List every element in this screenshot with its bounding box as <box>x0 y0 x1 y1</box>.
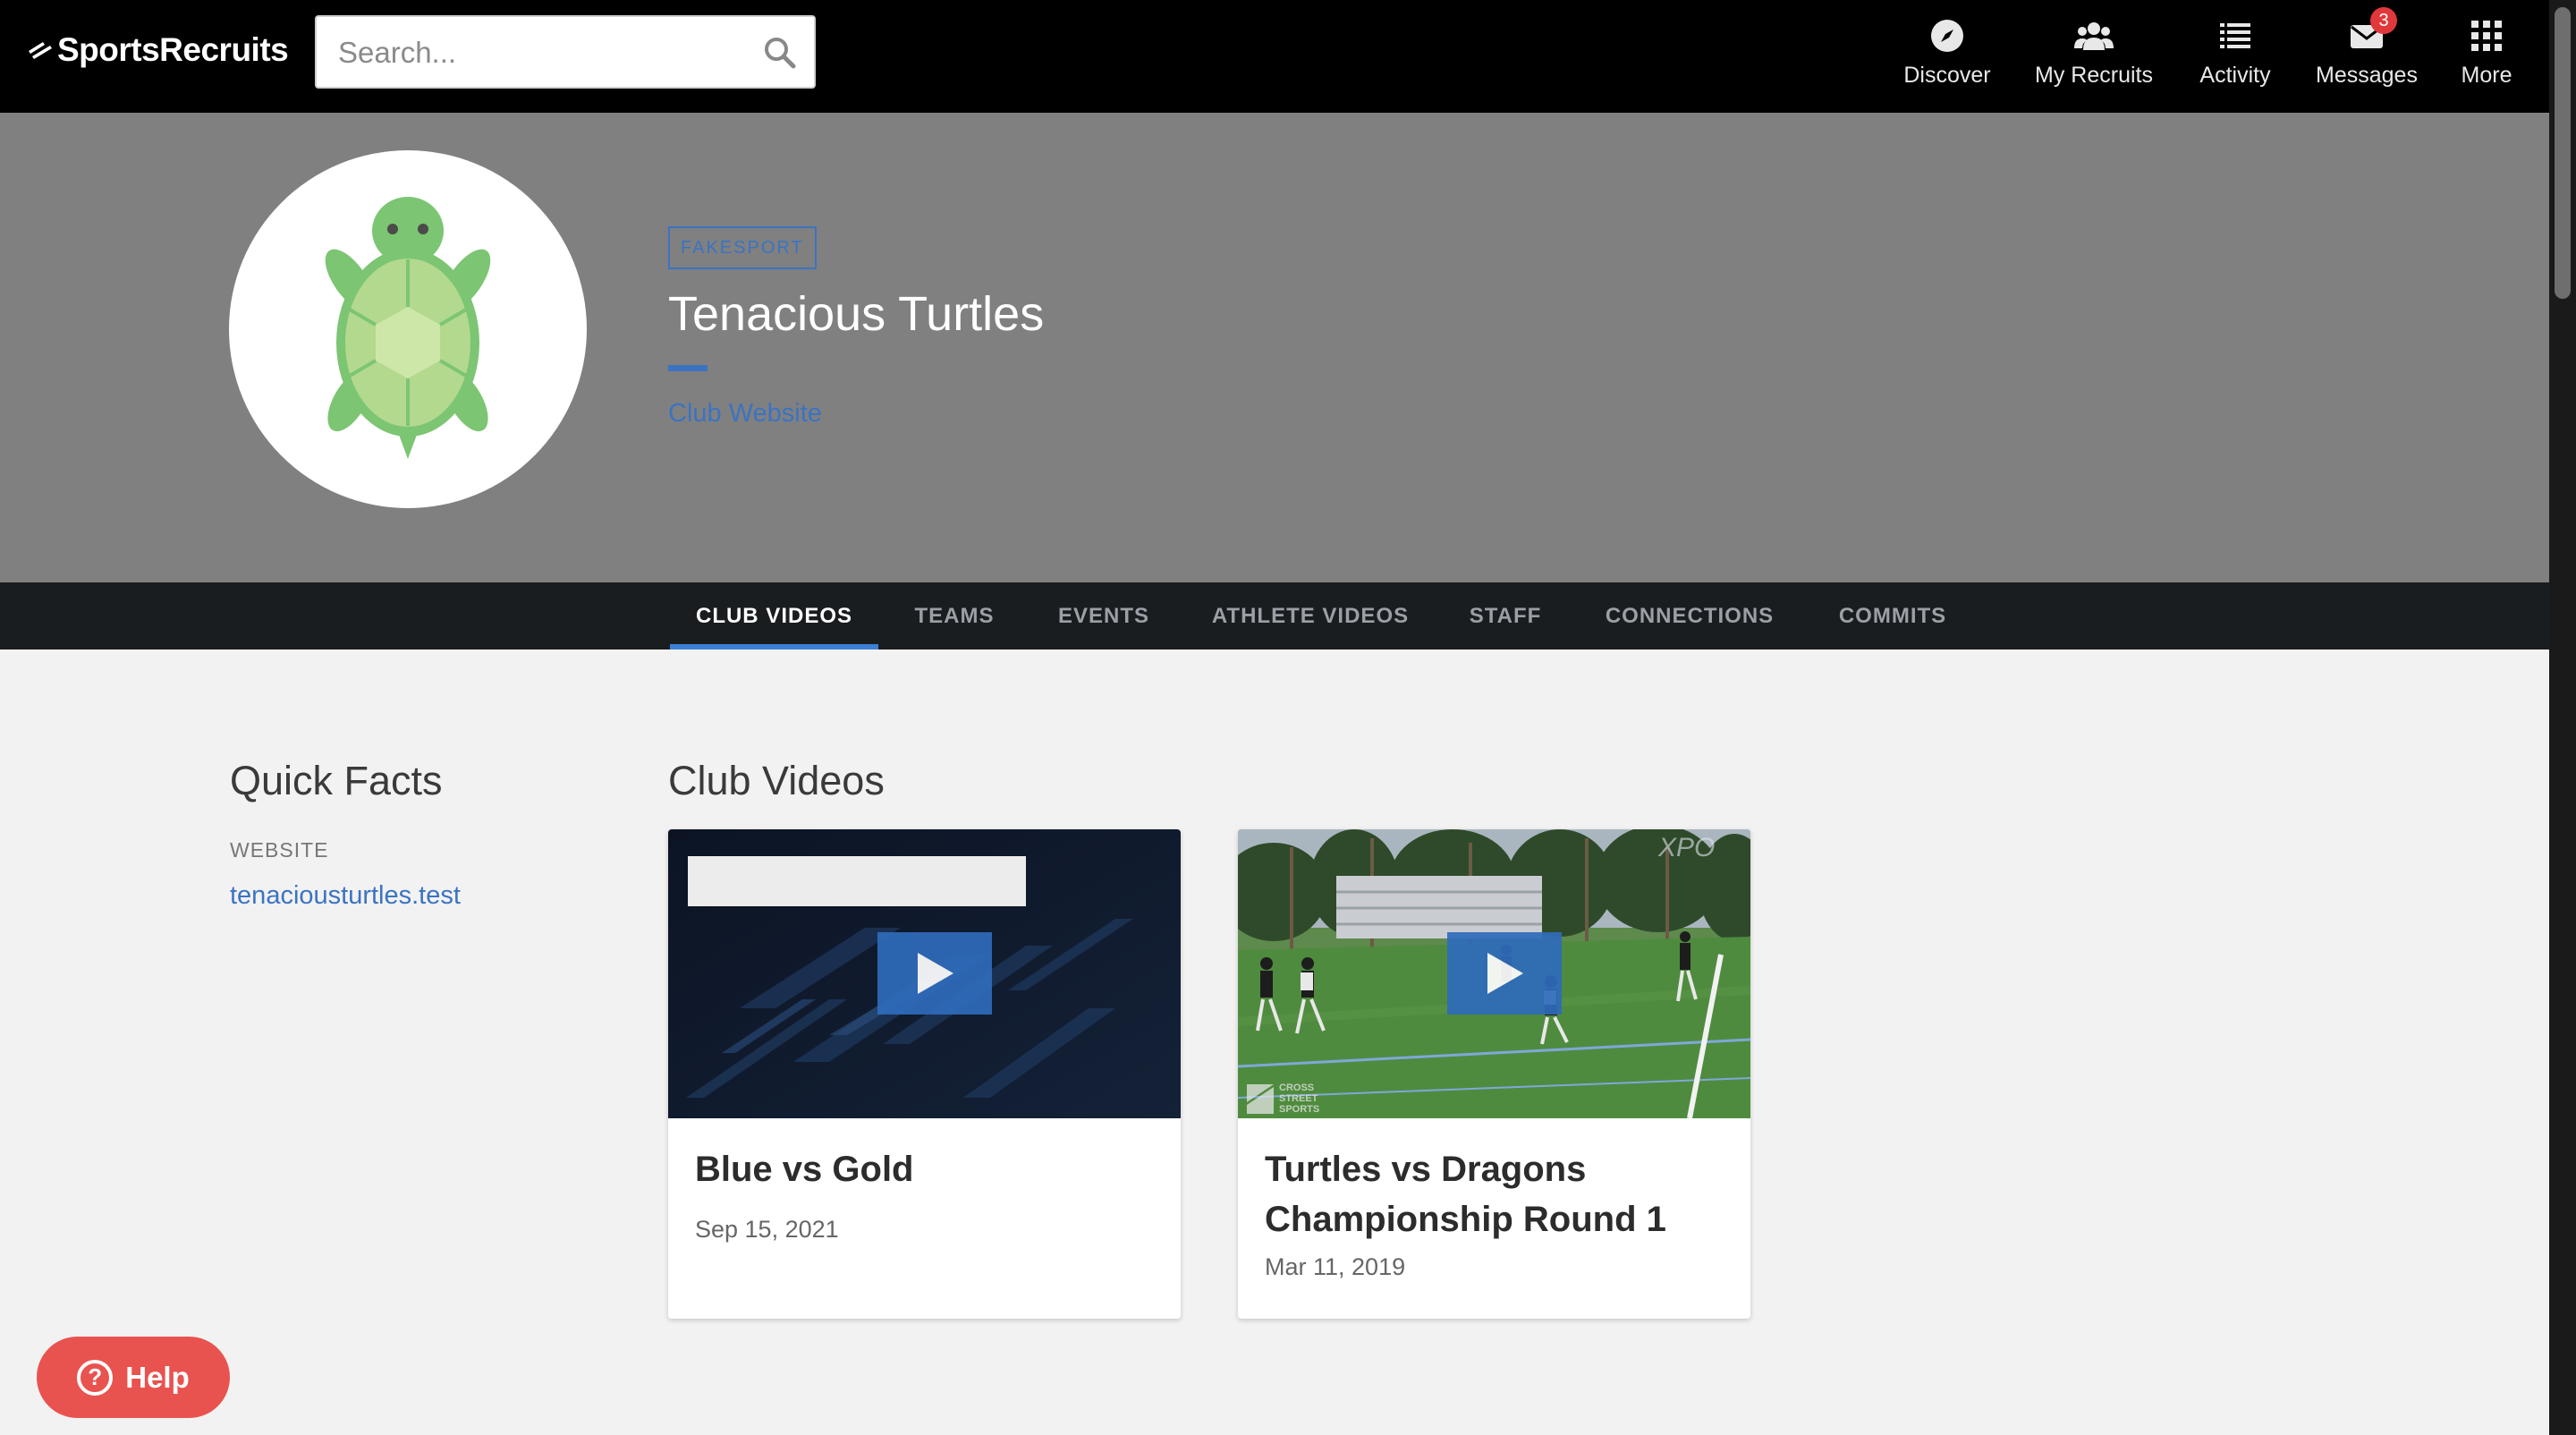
website-label: WEBSITE <box>230 838 329 862</box>
video-date: Sep 15, 2021 <box>695 1216 839 1243</box>
messages-badge: 3 <box>2370 7 2397 34</box>
nav-activity[interactable]: Activity <box>2193 16 2277 97</box>
play-button[interactable] <box>877 932 992 1015</box>
club-name: Tenacious Turtles <box>668 287 1045 341</box>
nav-activity-label: Activity <box>2199 63 2271 88</box>
play-button[interactable] <box>1447 932 1562 1015</box>
tab-club-videos[interactable]: CLUB VIDEOS <box>670 582 878 650</box>
people-icon <box>2074 22 2114 50</box>
brand-logo[interactable]: SportsRecruits <box>27 29 289 72</box>
search-input[interactable] <box>338 31 732 74</box>
scrollbar[interactable] <box>2549 0 2576 1435</box>
video-thumbnail[interactable] <box>668 829 1181 1118</box>
nav-more[interactable]: More <box>2458 16 2515 97</box>
club-website-link[interactable]: Club Website <box>668 399 822 429</box>
tab-teams[interactable]: TEAMS <box>903 582 1005 650</box>
list-icon <box>2220 23 2250 48</box>
nav-my-recruits[interactable]: My Recruits <box>2029 16 2159 97</box>
svg-text:XPO: XPO <box>1657 833 1715 862</box>
brand-name: SportsRecruits <box>57 31 289 68</box>
nav-my-recruits-label: My Recruits <box>2035 63 2153 88</box>
tab-staff[interactable]: STAFF <box>1456 582 1555 650</box>
club-tabs: CLUB VIDEOS TEAMS EVENTS ATHLETE VIDEOS … <box>0 582 2549 650</box>
help-label: Help <box>125 1360 190 1394</box>
logo-mark-icon <box>29 42 52 59</box>
play-icon <box>1487 953 1523 994</box>
quick-facts-title: Quick Facts <box>230 758 443 803</box>
club-avatar <box>229 150 587 508</box>
video-title[interactable]: Turtles vs Dragons Championship Round 1 <box>1265 1144 1730 1244</box>
tab-commits[interactable]: COMMITS <box>1825 582 1961 650</box>
svg-text:STREET: STREET <box>1279 1093 1318 1104</box>
nav-discover[interactable]: Discover <box>1898 16 1996 97</box>
video-card[interactable]: XPO CROSS STREET SPORTS Turtles vs Drago… <box>1238 829 1750 1319</box>
video-title[interactable]: Blue vs Gold <box>695 1144 1160 1194</box>
video-thumbnail[interactable]: XPO CROSS STREET SPORTS <box>1238 829 1750 1118</box>
svg-text:SPORTS: SPORTS <box>1279 1104 1319 1115</box>
top-navbar: SportsRecruits Discover <box>0 0 2549 113</box>
grid-icon <box>2471 21 2502 51</box>
nav-messages[interactable]: 3 Messages <box>2311 7 2422 97</box>
search-box[interactable] <box>315 15 816 89</box>
search-icon[interactable] <box>762 35 798 71</box>
club-videos-title: Club Videos <box>668 758 885 803</box>
compass-icon <box>1931 20 1963 52</box>
video-card[interactable]: Blue vs Gold Sep 15, 2021 <box>668 829 1181 1319</box>
nav-more-label: More <box>2461 63 2512 88</box>
nav-messages-label: Messages <box>2316 63 2418 88</box>
question-icon: ? <box>77 1359 114 1396</box>
turtle-logo-icon <box>325 197 491 459</box>
tab-events[interactable]: EVENTS <box>1039 582 1168 650</box>
website-link[interactable]: tenaciousturtles.test <box>230 881 461 911</box>
play-icon <box>918 953 953 994</box>
video-date: Mar 11, 2019 <box>1265 1253 1406 1280</box>
tab-connections[interactable]: CONNECTIONS <box>1590 582 1789 650</box>
svg-text:CROSS: CROSS <box>1279 1083 1314 1093</box>
sport-tag: FAKESPORT <box>668 226 817 269</box>
tab-athlete-videos[interactable]: ATHLETE VIDEOS <box>1200 582 1420 650</box>
scrollbar-thumb[interactable] <box>2555 7 2571 299</box>
title-underline <box>668 365 708 371</box>
help-button[interactable]: ? Help <box>37 1337 230 1418</box>
nav-discover-label: Discover <box>1903 63 1991 88</box>
